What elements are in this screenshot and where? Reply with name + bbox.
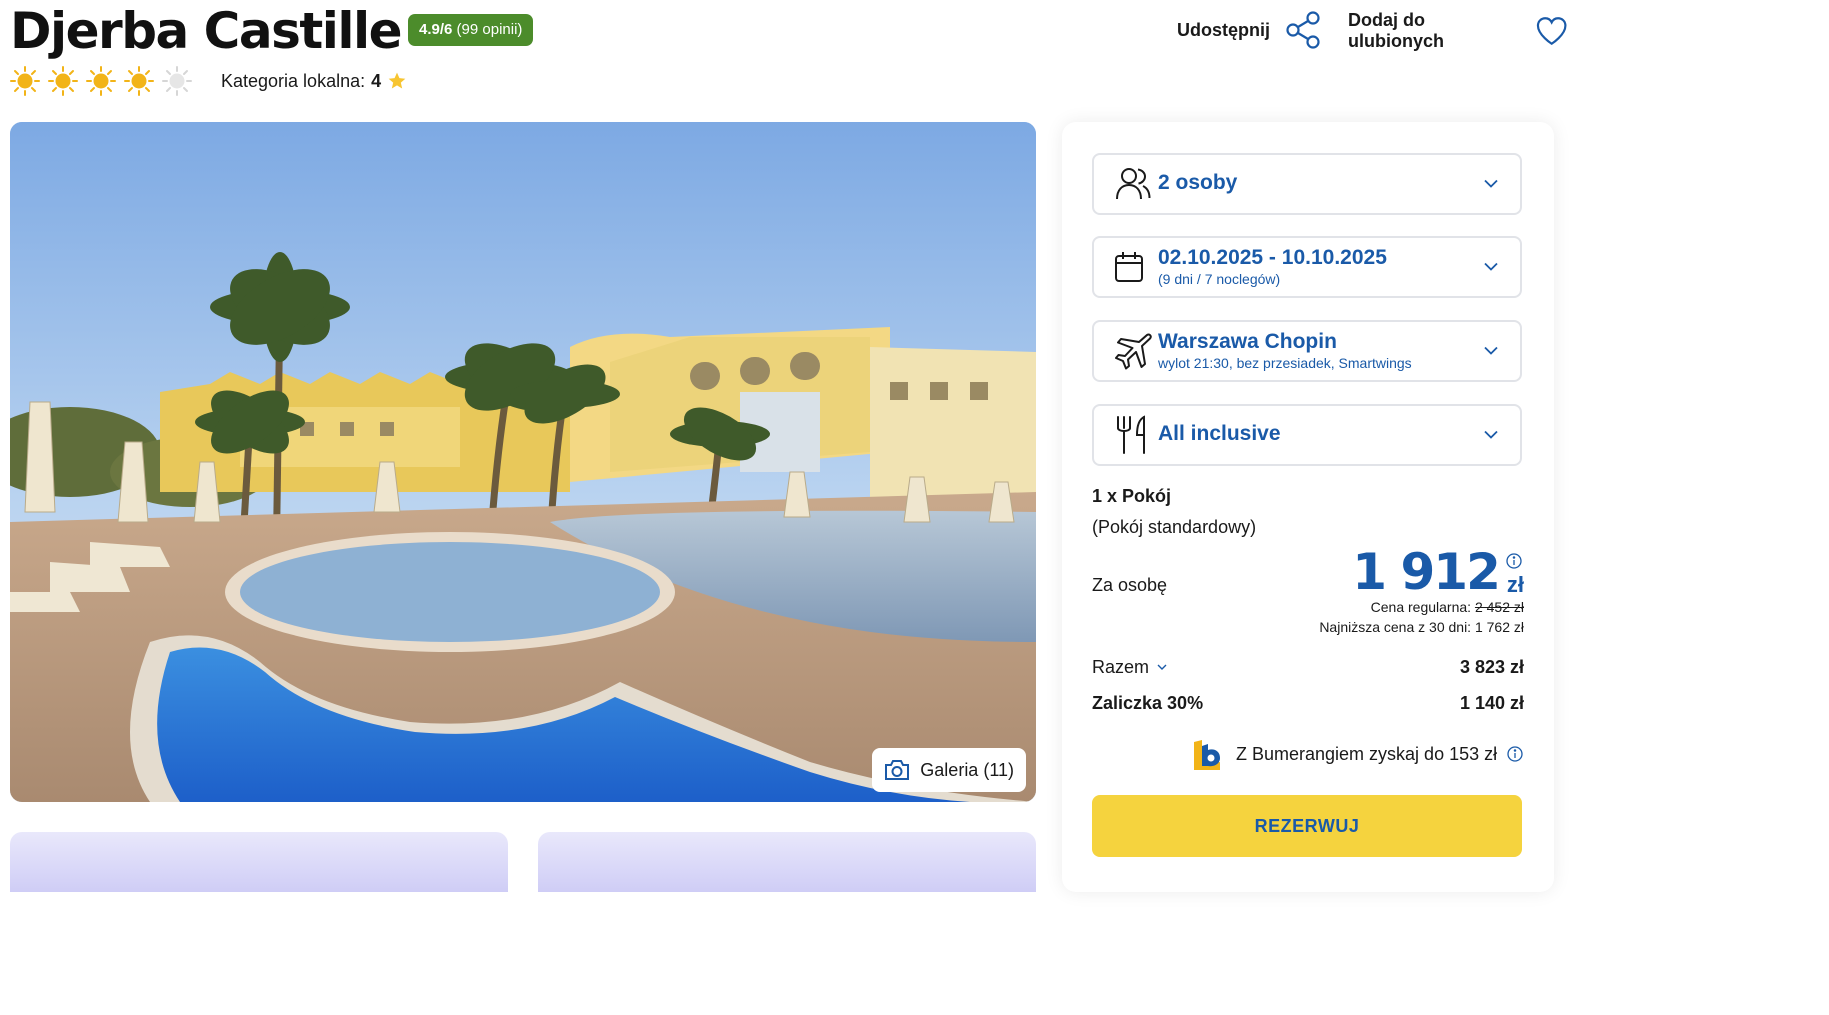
gallery-button[interactable]: Galeria (11) <box>872 748 1026 792</box>
total-toggle[interactable]: Razem <box>1092 657 1167 678</box>
bumerang-text: Z Bumerangiem zyskaj do 153 zł <box>1236 743 1498 764</box>
departure-select[interactable]: Warszawa Chopin wylot 21:30, bez przesia… <box>1092 320 1522 382</box>
favorite-button[interactable]: Dodaj do ulubionych <box>1348 10 1568 52</box>
board-select[interactable]: All inclusive <box>1092 404 1522 466</box>
hotel-photo-illustration <box>10 122 1036 802</box>
book-button[interactable]: REZERWUJ <box>1092 795 1522 857</box>
per-person-label: Za osobę <box>1092 575 1168 595</box>
gallery-thumbnail[interactable] <box>538 832 1036 892</box>
sun-icon <box>48 66 78 96</box>
local-category: Kategoria lokalna: 4 <box>221 69 407 93</box>
room-count: 1 x Pokój <box>1092 486 1172 506</box>
duration-value: (9 dni / 7 noclegów) <box>1158 271 1281 287</box>
lowest-price-30-days: Najniższa cena z 30 dni: 1 762 zł <box>1319 619 1524 635</box>
price-per-person: 1 912 zł <box>1352 544 1524 600</box>
sun-icon <box>10 66 40 96</box>
regular-price-label: Cena regularna: <box>1370 599 1472 615</box>
sun-icon <box>86 66 116 96</box>
rating-count: (99 opinii) <box>456 21 523 38</box>
chevron-down-icon <box>1157 664 1167 670</box>
plane-icon <box>1115 333 1152 370</box>
camera-icon <box>885 760 910 780</box>
bumerang-logo-icon <box>1194 740 1220 770</box>
total-label: Razem <box>1092 657 1150 677</box>
persons-select[interactable]: 2 osoby <box>1092 153 1522 215</box>
users-icon <box>1116 168 1151 200</box>
gallery-label: Galeria (11) <box>920 759 1014 780</box>
rating-badge[interactable]: 4.9/6 (99 opinii) <box>408 14 534 46</box>
booking-panel: 2 osoby 02.10.2025 - 10.10.2025 (9 dni /… <box>1062 122 1554 892</box>
bumerang-promo: Z Bumerangiem zyskaj do 153 zł <box>1190 736 1523 772</box>
board-value: All inclusive <box>1158 422 1281 445</box>
price-currency: zł <box>1506 572 1524 597</box>
regular-price: Cena regularna: 2 452 zł <box>1371 599 1524 615</box>
dates-value: 02.10.2025 - 10.10.2025 <box>1158 246 1387 269</box>
hotel-main-photo[interactable]: Galeria (11) <box>10 122 1036 802</box>
heart-icon <box>1536 17 1567 46</box>
chevron-down-icon <box>1484 262 1498 271</box>
sun-icon <box>124 66 154 96</box>
rating-score: 4.9/6 <box>419 21 453 38</box>
share-icon <box>1286 11 1320 49</box>
star-icon <box>388 72 406 89</box>
room-type: (Pokój standardowy) <box>1092 517 1257 537</box>
share-button[interactable]: Udostępnij <box>1177 10 1322 50</box>
local-category-value: 4 <box>371 71 382 91</box>
gallery-thumbnail[interactable] <box>10 832 508 892</box>
info-icon[interactable] <box>1507 746 1523 762</box>
favorite-label: Dodaj do ulubionych <box>1348 10 1444 51</box>
dates-select[interactable]: 02.10.2025 - 10.10.2025 (9 dni / 7 nocle… <box>1092 236 1522 298</box>
deposit-value: 1 140 zł <box>1459 693 1524 713</box>
calendar-icon <box>1115 252 1143 282</box>
total-value: 3 823 zł <box>1459 657 1524 677</box>
hotel-title: Djerba Castille <box>10 2 403 60</box>
regular-price-value: 2 452 zł <box>1474 599 1524 615</box>
sun-empty-icon <box>162 66 192 96</box>
flight-details: wylot 21:30, bez przesiadek, Smartwings <box>1158 355 1412 371</box>
chevron-down-icon <box>1484 346 1498 355</box>
local-category-label: Kategoria lokalna: <box>221 71 366 91</box>
hotel-star-rating <box>10 66 192 96</box>
info-icon[interactable] <box>1506 553 1522 569</box>
deposit-label: Zaliczka 30% <box>1092 693 1204 713</box>
persons-value: 2 osoby <box>1158 171 1238 194</box>
chevron-down-icon <box>1484 179 1498 188</box>
price-value: 1 912 <box>1352 543 1501 601</box>
departure-airport: Warszawa Chopin <box>1158 330 1337 353</box>
share-label: Udostępnij <box>1177 19 1270 40</box>
fork-knife-icon <box>1117 415 1145 454</box>
chevron-down-icon <box>1484 430 1498 439</box>
